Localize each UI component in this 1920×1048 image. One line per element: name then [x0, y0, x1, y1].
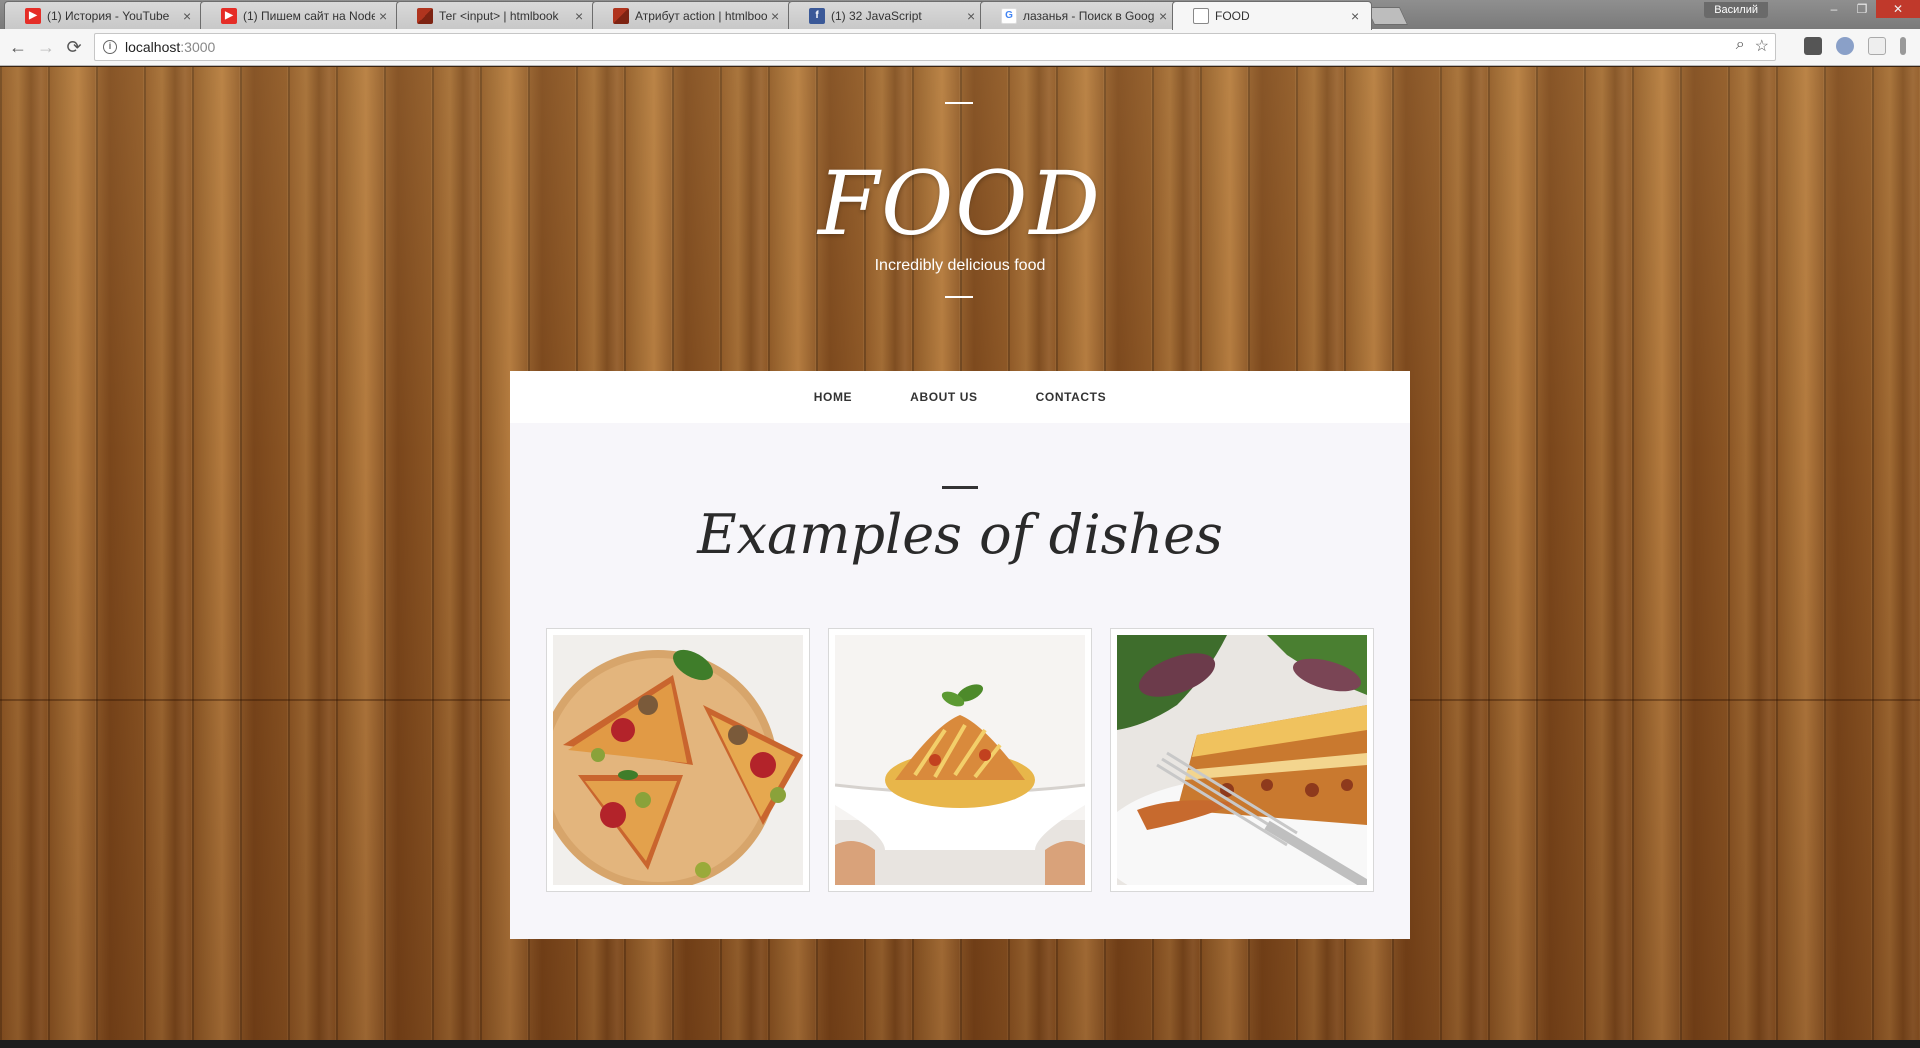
- close-window-icon[interactable]: ✕: [1876, 0, 1920, 18]
- restore-icon[interactable]: ❐: [1848, 0, 1876, 18]
- extension-shield-icon[interactable]: [1804, 37, 1822, 55]
- dish-card-lasagna[interactable]: [1110, 628, 1374, 892]
- tab-close-icon[interactable]: ×: [1159, 8, 1171, 24]
- content-card: HOME ABOUT US CONTACTS Examples of dishe…: [510, 371, 1410, 939]
- os-taskbar: [0, 1040, 1920, 1048]
- profile-button[interactable]: Василий: [1704, 2, 1768, 18]
- nav-home[interactable]: HOME: [785, 390, 881, 404]
- pizza-image: [553, 635, 803, 885]
- tab-close-icon[interactable]: ×: [379, 8, 391, 24]
- browser-tab[interactable]: Тег <input> | htmlbook ×: [396, 1, 596, 29]
- extensions-area: [1804, 37, 1906, 55]
- menu-icon[interactable]: [1900, 37, 1906, 55]
- section-rule: [942, 486, 978, 489]
- tab-title: (1) Пишем сайт на Node: [243, 8, 375, 23]
- forward-arrow-icon[interactable]: →: [34, 35, 58, 59]
- facebook-icon: f: [809, 7, 825, 24]
- url-port: :3000: [180, 39, 216, 55]
- nav-about-us[interactable]: ABOUT US: [881, 390, 1006, 404]
- dish-gallery: [546, 628, 1374, 892]
- htmlbook-icon: [417, 7, 433, 24]
- lasagna-image: [1117, 635, 1367, 885]
- browser-tab[interactable]: f (1) 32 JavaScript ×: [788, 1, 988, 29]
- section-title: Examples of dishes: [697, 503, 1223, 566]
- tab-close-icon[interactable]: ×: [575, 8, 587, 24]
- minimize-icon[interactable]: –: [1820, 0, 1848, 18]
- window-controls: – ❐ ✕: [1820, 0, 1920, 20]
- dish-card-pizza[interactable]: [546, 628, 810, 892]
- tab-title: (1) 32 JavaScript: [831, 8, 922, 23]
- info-icon[interactable]: i: [103, 40, 117, 54]
- site-tagline: Incredibly delicious food: [874, 257, 1046, 274]
- browser-tab[interactable]: ▶ (1) Пишем сайт на Node ×: [200, 1, 400, 29]
- youtube-icon: ▶: [221, 7, 237, 24]
- browser-tab[interactable]: G лазанья - Поиск в Goog ×: [980, 1, 1180, 29]
- nav-contacts[interactable]: CONTACTS: [1007, 390, 1136, 404]
- header-rule-top: [945, 102, 973, 104]
- site-logo[interactable]: FOOD: [0, 152, 1920, 255]
- browser-tab-active[interactable]: FOOD ×: [1172, 1, 1372, 30]
- main-nav: HOME ABOUT US CONTACTS: [510, 371, 1410, 423]
- tab-close-icon[interactable]: ×: [1351, 8, 1363, 24]
- browser-tabstrip: ▶ (1) История - YouTube × ▶ (1) Пишем са…: [0, 0, 1920, 30]
- address-bar[interactable]: i localhost:3000 ⌕ ☆: [94, 33, 1776, 61]
- document-icon: [1193, 8, 1209, 24]
- tab-title: лазанья - Поиск в Goog: [1023, 8, 1155, 23]
- browser-tab[interactable]: Атрибут action | htmlbook ×: [592, 1, 792, 29]
- header-rule-bottom: [945, 296, 973, 298]
- tab-title: Тег <input> | htmlbook: [439, 8, 559, 23]
- browser-tab[interactable]: ▶ (1) История - YouTube ×: [4, 1, 204, 29]
- tab-close-icon[interactable]: ×: [183, 8, 195, 24]
- back-arrow-icon[interactable]: ←: [6, 35, 30, 59]
- google-icon: G: [1001, 7, 1017, 24]
- tab-title: Атрибут action | htmlbook: [635, 8, 767, 23]
- browser-toolbar: ← → ⟳ i localhost:3000 ⌕ ☆: [0, 29, 1920, 66]
- tab-close-icon[interactable]: ×: [967, 8, 979, 24]
- extension-rss-icon[interactable]: [1868, 37, 1886, 55]
- dish-card-salad[interactable]: [828, 628, 1092, 892]
- extension-globe-icon[interactable]: [1836, 37, 1854, 55]
- tab-close-icon[interactable]: ×: [771, 8, 783, 24]
- tab-title: FOOD: [1215, 9, 1250, 23]
- zoom-icon[interactable]: ⌕: [1736, 36, 1745, 56]
- youtube-icon: ▶: [25, 7, 41, 24]
- tab-title: (1) История - YouTube: [47, 8, 170, 23]
- bookmark-star-icon[interactable]: ☆: [1755, 36, 1769, 56]
- new-tab-button[interactable]: [1365, 7, 1409, 25]
- htmlbook-icon: [613, 7, 629, 24]
- page-viewport: FOOD Incredibly delicious food HOME ABOU…: [0, 67, 1920, 1040]
- reload-icon[interactable]: ⟳: [62, 35, 86, 59]
- salad-image: [835, 635, 1085, 885]
- url-host: localhost: [125, 39, 181, 55]
